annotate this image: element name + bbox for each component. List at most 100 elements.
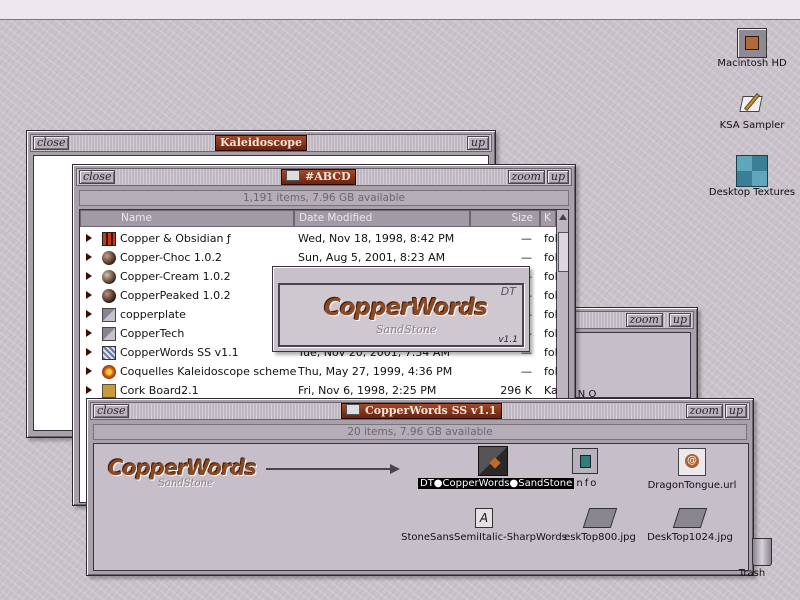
pattern-folder-icon — [102, 346, 116, 360]
scroll-up-arrow-icon[interactable] — [559, 214, 567, 220]
list-item[interactable]: Copper-Choc 1.0.2 Sun, Aug 5, 2001, 8:23 … — [80, 248, 568, 267]
window-title: Kaleidoscope — [215, 135, 307, 151]
splash-logo: CopperWords — [324, 295, 488, 321]
disclosure-triangle-icon[interactable] — [86, 272, 92, 280]
sphere-icon — [102, 251, 116, 265]
file-name: CopperPeaked 1.0.2 — [120, 289, 231, 302]
window-copperwords-ss[interactable]: close CopperWords SS v1.1 zoom up 20 ite… — [86, 398, 754, 576]
desktop-icon-label: Macintosh HD — [717, 58, 787, 69]
file-label: DT●CopperWords●SandStone — [418, 478, 575, 489]
column-header-name[interactable]: Name — [80, 210, 294, 227]
title-bar[interactable]: close #ABCD zoom up — [76, 168, 572, 186]
theme-file-icon — [478, 446, 508, 476]
file-name: Copper-Choc 1.0.2 — [120, 251, 222, 264]
file-date: Sun, Aug 5, 2001, 8:23 AM — [298, 251, 446, 264]
info-icon — [572, 448, 598, 474]
file-kind: fol — [544, 308, 558, 321]
desktop-icon-label: KSA Sampler — [719, 120, 785, 131]
window-title-text: #ABCD — [305, 170, 351, 183]
splash-inner: CopperWords SandStone DT v1.1 — [278, 283, 524, 347]
splash-corner: DT — [500, 285, 516, 298]
folder-logo: CopperWords — [108, 456, 257, 480]
file-kind: fol — [544, 365, 558, 378]
sphere-icon — [102, 270, 116, 284]
disclosure-triangle-icon[interactable] — [86, 386, 92, 394]
red-grid-icon — [102, 232, 116, 246]
file-kind: fol — [544, 232, 558, 245]
folder-icon — [102, 308, 116, 322]
file-date: Thu, May 27, 1999, 4:36 PM — [298, 365, 453, 378]
disclosure-triangle-icon[interactable] — [86, 253, 92, 261]
hard-disk-icon — [737, 28, 767, 58]
title-bar[interactable]: close CopperWords SS v1.1 zoom up — [90, 402, 750, 420]
column-header-kind[interactable]: K — [540, 210, 556, 227]
sphere-icon — [102, 289, 116, 303]
disclosure-triangle-icon[interactable] — [86, 291, 92, 299]
file-name: Copper-Cream 1.0.2 — [120, 270, 231, 283]
splash-sub: SandStone — [376, 323, 437, 336]
column-header-label: Name — [121, 212, 152, 224]
file-icon-theme[interactable]: DT●CopperWords●SandStone — [418, 446, 575, 489]
close-button[interactable]: close — [33, 136, 70, 150]
file-size: — — [521, 232, 532, 245]
status-bar: 20 items, 7.96 GB available — [93, 424, 747, 440]
column-header-date[interactable]: Date Modified — [294, 210, 470, 227]
file-kind: fol — [544, 289, 558, 302]
desktop-icon-desktop-textures[interactable]: Desktop Textures — [706, 155, 798, 198]
desktop-icon-trash[interactable]: Trash — [728, 538, 776, 579]
folder-icon — [286, 170, 300, 181]
file-label: StoneSansSemiItalic-SharpWords — [401, 532, 567, 543]
desktop-icon-macintosh-hd[interactable]: Macintosh HD — [712, 28, 792, 69]
up-button[interactable]: up — [546, 170, 569, 184]
zoom-button[interactable]: zoom — [625, 313, 663, 327]
url-file-icon: @ — [678, 448, 706, 476]
title-bar[interactable]: close Kaleidoscope up — [30, 134, 492, 152]
column-header-size[interactable]: Size — [470, 210, 540, 227]
disclosure-triangle-icon[interactable] — [86, 329, 92, 337]
up-button[interactable]: up — [668, 313, 691, 327]
cork-icon — [102, 384, 116, 398]
window-title: #ABCD — [281, 169, 356, 185]
file-date: Wed, Nov 18, 1998, 8:42 PM — [298, 232, 455, 245]
status-bar: 1,191 items, 7.96 GB available — [79, 190, 569, 206]
file-label: DeskTop1024.jpg — [647, 532, 733, 543]
texture-folder-icon — [736, 155, 768, 187]
list-item[interactable]: Copper & Obsidian ƒ Wed, Nov 18, 1998, 8:… — [80, 229, 568, 248]
desktop-icon-ksa-sampler[interactable]: KSA Sampler — [712, 90, 792, 131]
list-item[interactable]: Coquelles Kaleidoscope scheme Thu, May 27… — [80, 362, 568, 381]
zoom-button[interactable]: zoom — [685, 404, 723, 418]
file-icon-desktop1024[interactable]: DeskTop1024.jpg — [642, 508, 738, 543]
up-button[interactable]: up — [724, 404, 747, 418]
file-icon-font[interactable]: A StoneSansSemiItalic-SharpWords — [398, 508, 570, 543]
flower-icon — [102, 365, 116, 379]
close-button[interactable]: close — [93, 404, 130, 418]
disclosure-triangle-icon[interactable] — [86, 310, 92, 318]
disclosure-triangle-icon[interactable] — [86, 348, 92, 356]
column-header-label: K — [544, 212, 551, 224]
arrow-line — [266, 468, 392, 470]
up-button[interactable]: up — [466, 136, 489, 150]
close-button[interactable]: close — [79, 170, 116, 184]
file-size: — — [521, 251, 532, 264]
disclosure-triangle-icon[interactable] — [86, 234, 92, 242]
splash-version: v1.1 — [498, 335, 518, 345]
disclosure-triangle-icon[interactable] — [86, 367, 92, 375]
pen-document-icon — [738, 90, 766, 116]
zoom-button[interactable]: zoom — [507, 170, 545, 184]
window-title-text: Kaleidoscope — [220, 136, 302, 149]
file-name: copperplate — [120, 308, 186, 321]
folder-icon — [346, 404, 360, 415]
file-icon-desktop800[interactable]: eskTop800.jpg — [560, 508, 640, 543]
file-label: eskTop800.jpg — [564, 532, 636, 543]
file-icon-dragontongue[interactable]: @ DragonTongue.url — [634, 448, 748, 491]
font-file-icon: A — [475, 508, 493, 528]
desktop-icon-label: Trash — [738, 568, 766, 579]
file-icon-info[interactable]: info — [560, 448, 610, 489]
window-title-text: CopperWords SS v1.1 — [365, 404, 497, 417]
arrow-head-icon — [390, 464, 400, 474]
column-header-label: Date Modified — [299, 212, 373, 224]
file-kind: fol — [544, 270, 558, 283]
file-name: Copper & Obsidian ƒ — [120, 232, 231, 245]
desktop-icon-label: Desktop Textures — [708, 187, 796, 198]
file-size: — — [521, 365, 532, 378]
